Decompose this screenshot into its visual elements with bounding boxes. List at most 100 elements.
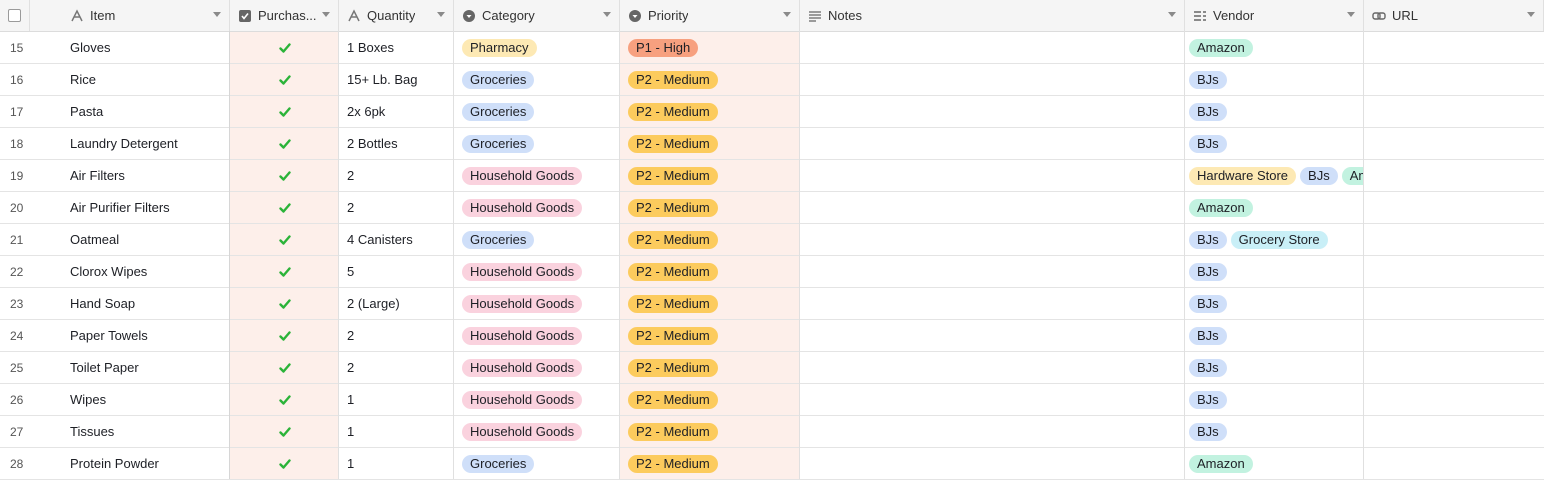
column-header-notes[interactable]: Notes [800,0,1185,31]
cell-priority[interactable]: P2 - Medium [620,256,800,287]
cell-item[interactable]: Hand Soap [62,288,230,319]
cell-priority[interactable]: P2 - Medium [620,192,800,223]
chevron-down-icon[interactable] [783,12,791,17]
cell-quantity[interactable]: 2 (Large) [339,288,454,319]
chevron-down-icon[interactable] [1168,12,1176,17]
cell-notes[interactable] [800,128,1185,159]
cell-quantity[interactable]: 2 Bottles [339,128,454,159]
cell-purchased[interactable] [230,384,339,415]
cell-category[interactable]: Groceries [454,64,620,95]
cell-url[interactable] [1364,160,1544,191]
cell-item[interactable]: Paper Towels [62,320,230,351]
cell-notes[interactable] [800,416,1185,447]
cell-priority[interactable]: P2 - Medium [620,384,800,415]
cell-purchased[interactable] [230,64,339,95]
cell-url[interactable] [1364,384,1544,415]
cell-category[interactable]: Groceries [454,96,620,127]
cell-item[interactable]: Tissues [62,416,230,447]
cell-notes[interactable] [800,96,1185,127]
cell-url[interactable] [1364,128,1544,159]
cell-item[interactable]: Gloves [62,32,230,63]
cell-url[interactable] [1364,64,1544,95]
cell-item[interactable]: Clorox Wipes [62,256,230,287]
cell-url[interactable] [1364,416,1544,447]
cell-notes[interactable] [800,256,1185,287]
cell-url[interactable] [1364,288,1544,319]
cell-vendor[interactable]: BJs [1185,64,1364,95]
cell-quantity[interactable]: 1 [339,384,454,415]
table-row[interactable]: 16 Rice 15+ Lb. Bag Groceries P2 - Medium BJs [0,64,1544,96]
cell-item[interactable]: Laundry Detergent [62,128,230,159]
table-row[interactable]: 24 Paper Towels 2 Household Goods P2 - Mediu… [0,320,1544,352]
cell-category[interactable]: Pharmacy [454,32,620,63]
cell-notes[interactable] [800,32,1185,63]
cell-category[interactable]: Household Goods [454,384,620,415]
cell-notes[interactable] [800,224,1185,255]
cell-quantity[interactable]: 2 [339,160,454,191]
cell-quantity[interactable]: 2 [339,352,454,383]
cell-category[interactable]: Household Goods [454,160,620,191]
cell-vendor[interactable]: Amazon [1185,32,1364,63]
cell-notes[interactable] [800,352,1185,383]
cell-purchased[interactable] [230,192,339,223]
cell-purchased[interactable] [230,128,339,159]
table-row[interactable]: 17 Pasta 2x 6pk Groceries P2 - Medium BJs [0,96,1544,128]
cell-quantity[interactable]: 2 [339,320,454,351]
cell-item[interactable]: Air Purifier Filters [62,192,230,223]
cell-notes[interactable] [800,160,1185,191]
cell-vendor[interactable]: BJs [1185,288,1364,319]
cell-url[interactable] [1364,448,1544,479]
cell-notes[interactable] [800,384,1185,415]
cell-purchased[interactable] [230,96,339,127]
cell-purchased[interactable] [230,288,339,319]
chevron-down-icon[interactable] [1347,12,1355,17]
cell-notes[interactable] [800,288,1185,319]
column-header-category[interactable]: Category [454,0,620,31]
cell-purchased[interactable] [230,256,339,287]
cell-category[interactable]: Groceries [454,448,620,479]
cell-priority[interactable]: P1 - High [620,32,800,63]
cell-url[interactable] [1364,352,1544,383]
cell-category[interactable]: Groceries [454,224,620,255]
cell-vendor[interactable]: BJs [1185,320,1364,351]
cell-priority[interactable]: P2 - Medium [620,416,800,447]
cell-item[interactable]: Wipes [62,384,230,415]
cell-priority[interactable]: P2 - Medium [620,64,800,95]
cell-category[interactable]: Household Goods [454,192,620,223]
cell-priority[interactable]: P2 - Medium [620,96,800,127]
cell-notes[interactable] [800,320,1185,351]
cell-url[interactable] [1364,32,1544,63]
cell-quantity[interactable]: 15+ Lb. Bag [339,64,454,95]
table-row[interactable]: 22 Clorox Wipes 5 Household Goods P2 - Mediu… [0,256,1544,288]
cell-purchased[interactable] [230,320,339,351]
table-row[interactable]: 28 Protein Powder 1 Groceries P2 - Medium Ama… [0,448,1544,480]
cell-category[interactable]: Household Goods [454,352,620,383]
cell-quantity[interactable]: 5 [339,256,454,287]
chevron-down-icon[interactable] [437,12,445,17]
select-all-checkbox[interactable] [0,0,30,31]
cell-purchased[interactable] [230,416,339,447]
cell-vendor[interactable]: BJs [1185,256,1364,287]
table-row[interactable]: 27 Tissues 1 Household Goods P2 - Medium BJs [0,416,1544,448]
cell-priority[interactable]: P2 - Medium [620,352,800,383]
chevron-down-icon[interactable] [213,12,221,17]
cell-notes[interactable] [800,448,1185,479]
cell-purchased[interactable] [230,32,339,63]
cell-purchased[interactable] [230,160,339,191]
cell-item[interactable]: Protein Powder [62,448,230,479]
column-header-url[interactable]: URL [1364,0,1544,31]
cell-vendor[interactable]: BJs Grocery Store [1185,224,1364,255]
chevron-down-icon[interactable] [1527,12,1535,17]
column-header-priority[interactable]: Priority [620,0,800,31]
cell-item[interactable]: Toilet Paper [62,352,230,383]
cell-category[interactable]: Household Goods [454,320,620,351]
cell-vendor[interactable]: Amazon [1185,192,1364,223]
cell-quantity[interactable]: 2x 6pk [339,96,454,127]
cell-priority[interactable]: P2 - Medium [620,320,800,351]
cell-notes[interactable] [800,64,1185,95]
cell-quantity[interactable]: 2 [339,192,454,223]
table-row[interactable]: 23 Hand Soap 2 (Large) Household Goods P2 - … [0,288,1544,320]
cell-quantity[interactable]: 1 [339,416,454,447]
table-row[interactable]: 15 Gloves 1 Boxes Pharmacy P1 - High Amazon [0,32,1544,64]
cell-notes[interactable] [800,192,1185,223]
